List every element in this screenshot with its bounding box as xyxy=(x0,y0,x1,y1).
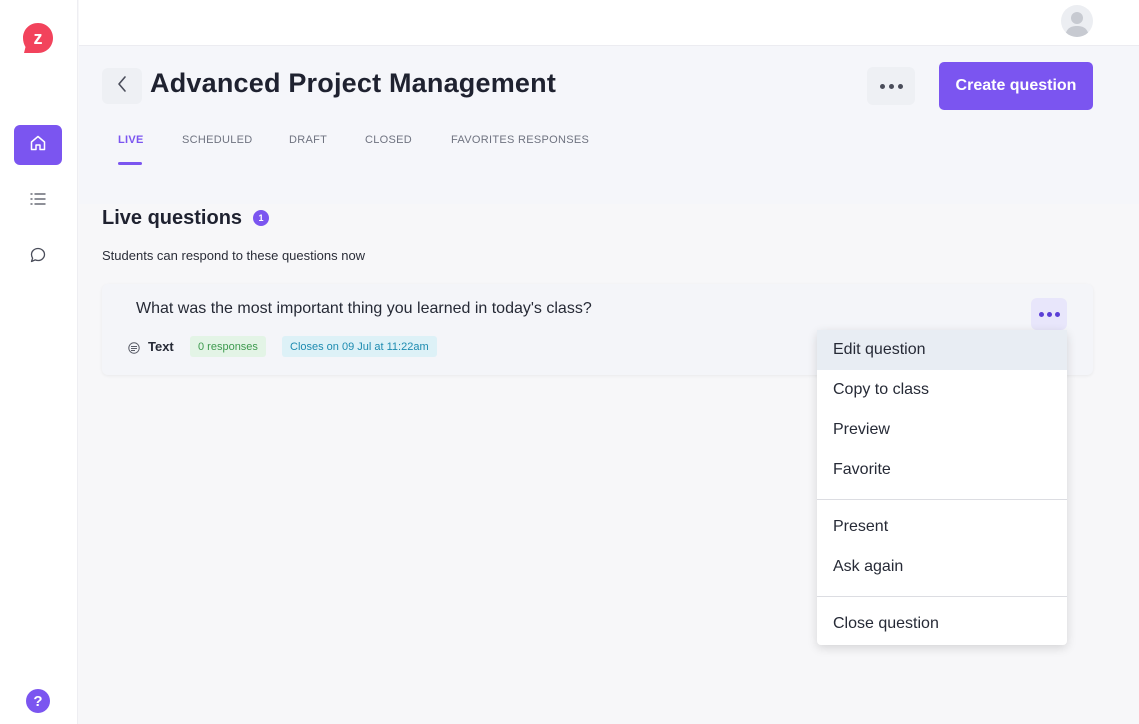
closes-badge: Closes on 09 Jul at 11:22am xyxy=(282,336,437,357)
help-button[interactable]: ? xyxy=(26,689,50,713)
sidebar-item-chat[interactable] xyxy=(14,237,62,277)
tab-closed[interactable]: CLOSED xyxy=(365,134,412,146)
menu-item-ask-again[interactable]: Ask again xyxy=(817,547,1067,587)
section-subtitle: Students can respond to these questions … xyxy=(102,248,366,263)
avatar[interactable] xyxy=(1061,5,1093,37)
question-actions-menu: Edit question Copy to class Preview Favo… xyxy=(817,330,1067,645)
page-title: Advanced Project Management xyxy=(150,68,557,98)
top-bar xyxy=(79,0,1139,46)
menu-item-favorite[interactable]: Favorite xyxy=(817,450,1067,490)
menu-divider xyxy=(817,596,1067,597)
question-mark-icon: ? xyxy=(33,692,43,710)
user-avatar-icon xyxy=(1065,12,1089,37)
question-more-button[interactable] xyxy=(1031,298,1067,330)
page-header: Advanced Project Management Create quest… xyxy=(79,46,1139,204)
menu-item-close-question[interactable]: Close question xyxy=(817,604,1067,644)
home-icon xyxy=(29,134,47,157)
zeal-logo-icon[interactable]: z xyxy=(22,22,54,54)
sidebar: z ? xyxy=(0,0,78,724)
menu-item-edit-question[interactable]: Edit question xyxy=(817,330,1067,370)
menu-item-present[interactable]: Present xyxy=(817,507,1067,547)
question-type-label: Text xyxy=(148,339,174,354)
question-text: What was the most important thing you le… xyxy=(136,300,592,317)
active-tab-indicator xyxy=(118,162,142,165)
menu-item-preview[interactable]: Preview xyxy=(817,410,1067,450)
more-dots-icon xyxy=(879,83,885,89)
menu-item-copy-to-class[interactable]: Copy to class xyxy=(817,370,1067,410)
create-question-button[interactable]: Create question xyxy=(939,62,1093,110)
tab-draft[interactable]: DRAFT xyxy=(289,134,327,146)
svg-text:z: z xyxy=(34,28,43,48)
responses-badge: 0 responses xyxy=(190,336,266,357)
tab-scheduled[interactable]: SCHEDULED xyxy=(182,134,253,146)
sidebar-item-home[interactable] xyxy=(14,125,62,165)
live-count-badge: 1 xyxy=(253,210,269,226)
menu-divider xyxy=(817,499,1067,500)
tab-favorites-responses[interactable]: FAVORITES RESPONSES xyxy=(451,134,589,146)
section-title: Live questions xyxy=(102,207,243,229)
text-type-icon xyxy=(128,341,140,354)
chat-bubble-icon xyxy=(29,246,47,269)
chevron-left-icon xyxy=(116,75,128,98)
back-button[interactable] xyxy=(102,68,142,104)
list-icon xyxy=(29,190,47,213)
header-more-button[interactable] xyxy=(867,67,915,105)
tab-live[interactable]: LIVE xyxy=(118,134,144,146)
sidebar-item-list[interactable] xyxy=(14,181,62,221)
more-dots-icon xyxy=(1038,311,1044,317)
